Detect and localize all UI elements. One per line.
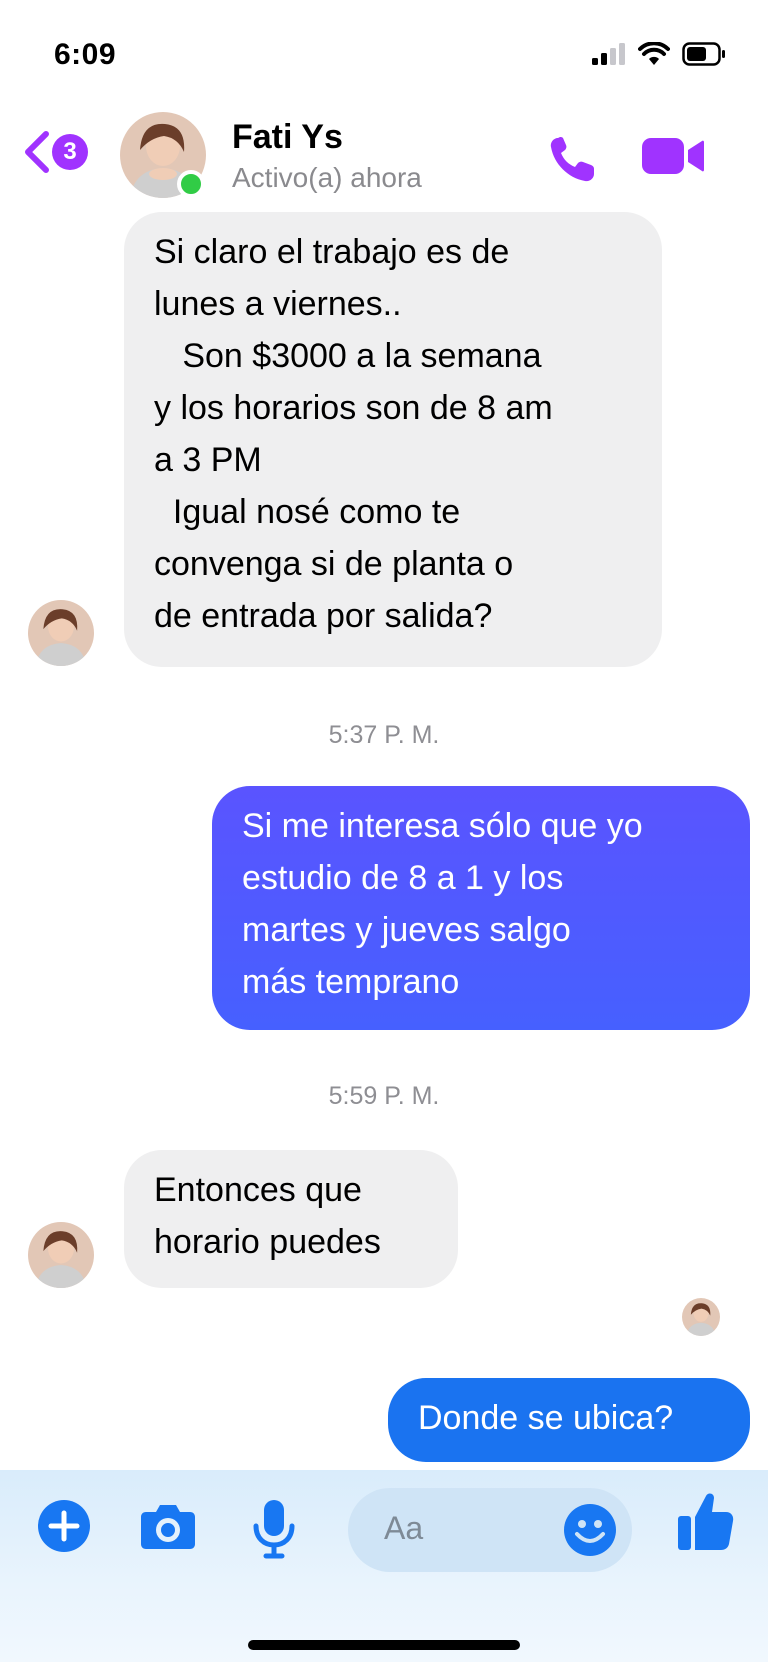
cellular-signal-icon: [592, 43, 625, 65]
back-button[interactable]: 3: [20, 128, 88, 176]
avatar-photo: [682, 1298, 720, 1336]
status-icons: [592, 42, 726, 66]
battery-icon: [682, 42, 725, 66]
read-receipt-avatar: [682, 1298, 720, 1336]
video-camera-icon: [642, 138, 704, 174]
avatar-photo: [28, 600, 94, 666]
plus-circle-icon: [38, 1500, 90, 1552]
camera-button[interactable]: [138, 1498, 198, 1559]
microphone-icon: [253, 1500, 295, 1559]
sender-avatar[interactable]: [28, 600, 94, 666]
outgoing-message-bubble[interactable]: Donde se ubica?: [388, 1378, 750, 1462]
smiley-face-icon: [564, 1504, 616, 1556]
status-time: 6:09: [54, 38, 117, 71]
emoji-button[interactable]: [562, 1502, 618, 1563]
thumbs-up-icon: [678, 1493, 734, 1550]
chevron-left-icon: [25, 131, 49, 173]
message-timestamp: 5:59 P. M.: [328, 1082, 440, 1110]
incoming-message-bubble[interactable]: Si claro el trabajo es de lunes a vierne…: [124, 212, 662, 667]
incoming-message-bubble[interactable]: Entonces que horario puedes: [124, 1150, 458, 1288]
sender-avatar[interactable]: [28, 1222, 94, 1288]
phone-icon: [550, 137, 594, 182]
outgoing-message-bubble[interactable]: Si me interesa sólo que yo estudio de 8 …: [212, 786, 750, 1030]
voice-call-button[interactable]: [544, 132, 600, 193]
home-indicator[interactable]: [248, 1640, 520, 1650]
message-input[interactable]: Aa: [348, 1488, 632, 1572]
status-bar: 6:09: [0, 0, 768, 100]
contact-name[interactable]: Fati Ys: [232, 118, 343, 157]
camera-icon: [141, 1505, 195, 1549]
add-button[interactable]: [36, 1498, 92, 1559]
wifi-icon: [638, 42, 670, 65]
video-call-button[interactable]: [640, 134, 706, 183]
contact-status: Activo(a) ahora: [232, 162, 422, 193]
online-status-indicator: [177, 170, 205, 198]
chat-header: 3 Fati Ys Activo(a) ahora: [0, 100, 768, 210]
message-composer: Aa: [0, 1470, 768, 1662]
voice-message-button[interactable]: [252, 1498, 296, 1565]
like-button[interactable]: [676, 1490, 734, 1557]
unread-count-badge: 3: [52, 134, 88, 170]
message-timestamp: 5:37 P. M.: [328, 721, 440, 749]
avatar-photo: [28, 1222, 94, 1288]
message-input-placeholder: Aa: [384, 1510, 424, 1546]
